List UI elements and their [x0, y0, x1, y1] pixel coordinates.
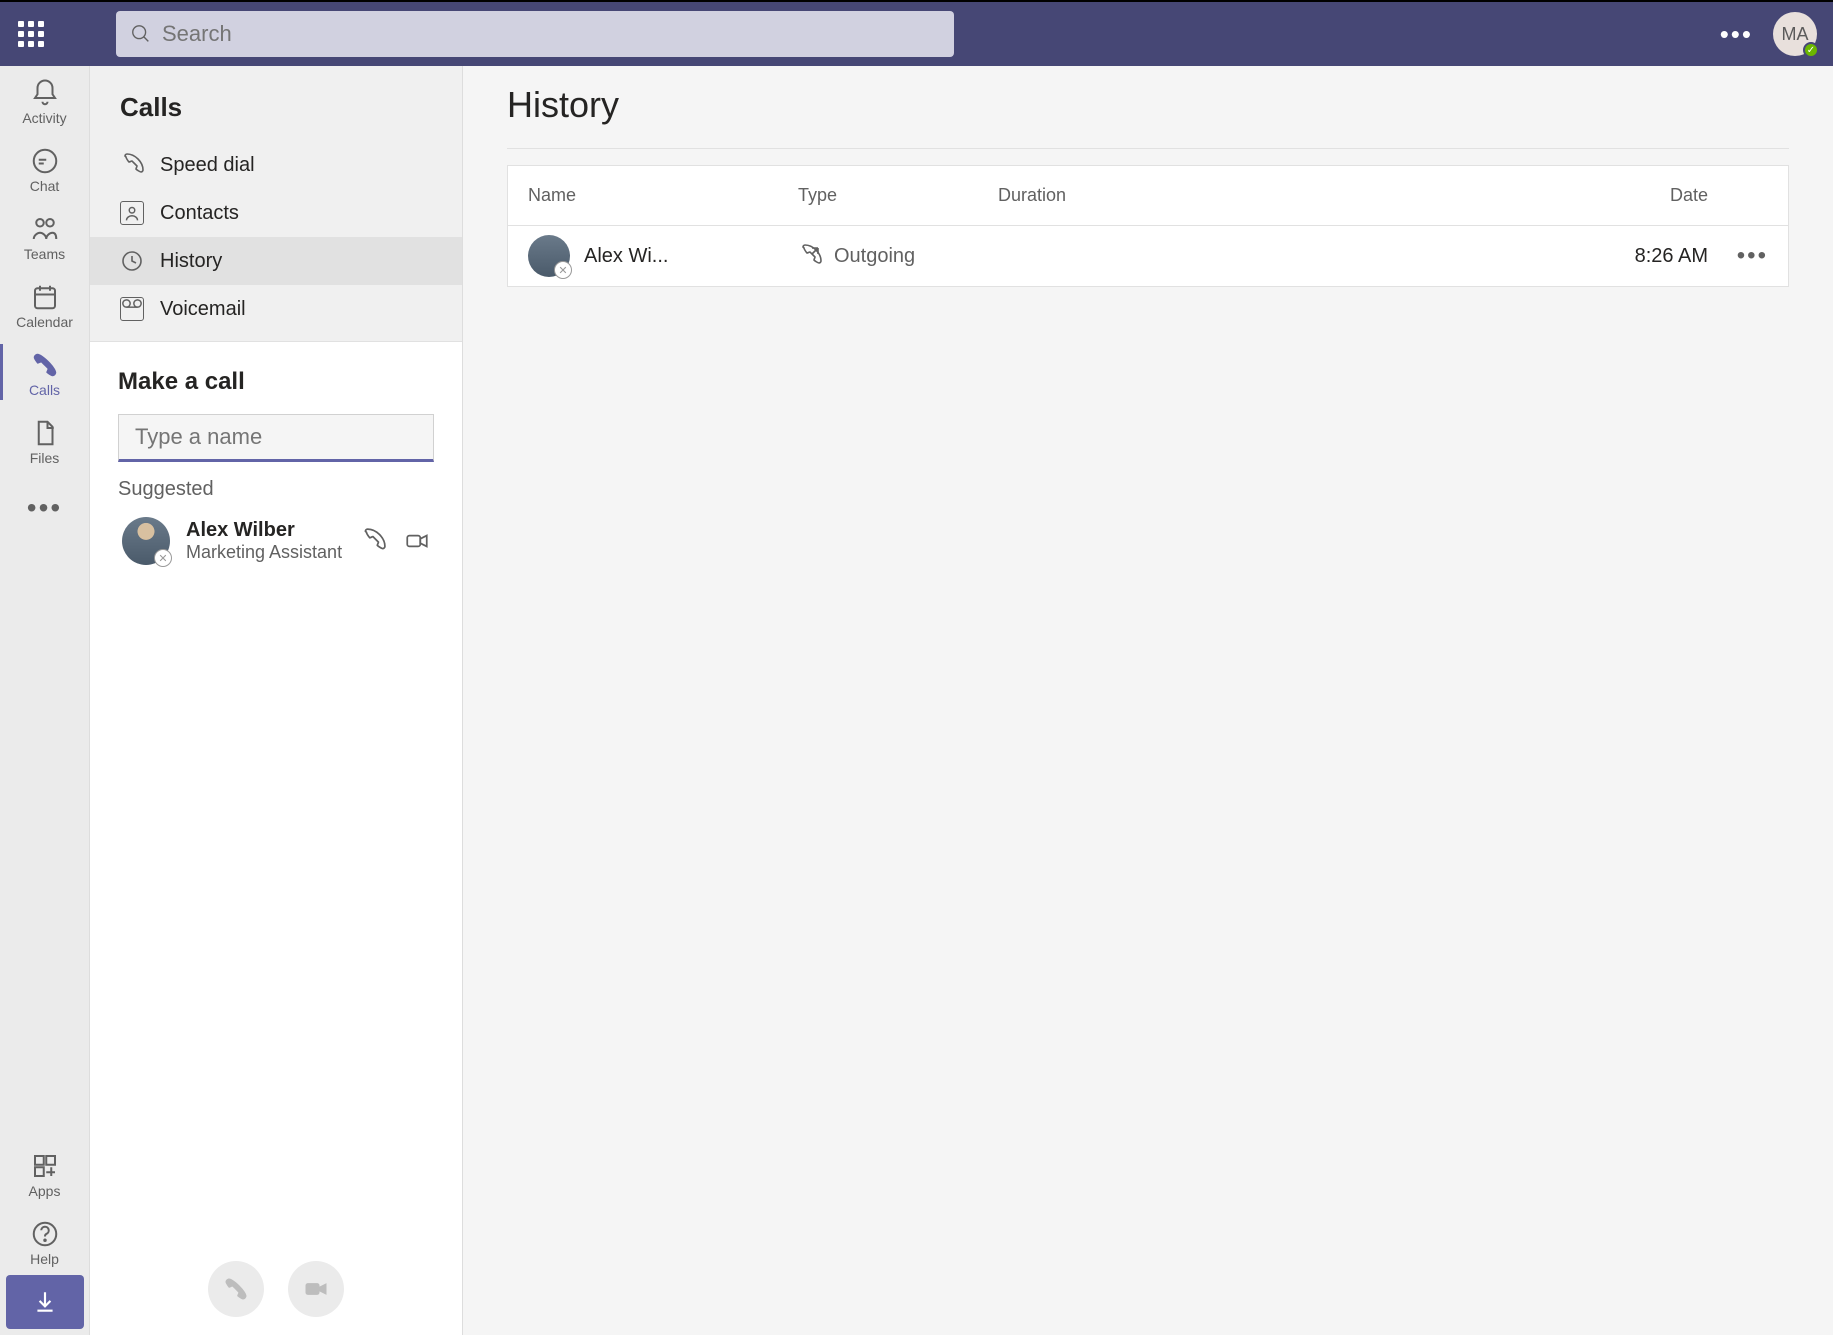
search-input[interactable] [162, 21, 940, 47]
video-call-button[interactable] [288, 1261, 344, 1317]
row-date-cell: 8:26 AM [1635, 245, 1708, 268]
phone-outline-icon [120, 153, 144, 177]
row-name-text: Alex Wi... [584, 245, 668, 268]
rail-label: Chat [30, 178, 60, 194]
phone-filled-icon [222, 1275, 250, 1303]
main-area: Activity Chat Teams Calendar Calls Files… [0, 66, 1833, 1335]
nav-label: History [160, 250, 222, 273]
audio-call-icon[interactable] [360, 528, 386, 554]
suggested-contact[interactable]: ✕ Alex Wilber Marketing Assistant [118, 511, 434, 571]
rail-label: Files [30, 450, 60, 466]
nav-label: Contacts [160, 202, 239, 225]
search-box[interactable] [116, 11, 954, 57]
phone-icon [30, 350, 60, 380]
rail-item-calls[interactable]: Calls [0, 338, 89, 406]
history-header-row: Name Type Duration Date [508, 166, 1788, 226]
video-call-icon[interactable] [404, 528, 430, 554]
contact-title: Marketing Assistant [186, 542, 344, 563]
app-launcher-icon[interactable] [16, 19, 46, 49]
make-call-panel: Make a call Suggested ✕ Alex Wilber Mark… [90, 342, 462, 1335]
col-type: Type [798, 185, 998, 206]
help-icon [30, 1219, 60, 1249]
rail-item-activity[interactable]: Activity [0, 66, 89, 134]
rail-label: Teams [24, 246, 65, 262]
rail-item-help[interactable]: Help [0, 1207, 89, 1275]
contact-name: Alex Wilber [186, 519, 344, 542]
col-date: Date [1670, 185, 1708, 206]
search-icon [130, 23, 152, 45]
col-duration: Duration [998, 185, 1670, 206]
calls-nav: Calls Speed dial Contacts History Voicem… [90, 66, 462, 342]
teams-icon [30, 214, 60, 244]
download-icon [32, 1289, 58, 1315]
page-title: History [507, 84, 1789, 149]
rail-label: Apps [29, 1183, 61, 1199]
rail-item-calendar[interactable]: Calendar [0, 270, 89, 338]
rail-item-apps[interactable]: Apps [0, 1139, 89, 1207]
rail-label: Calls [29, 382, 60, 398]
col-name: Name [528, 185, 798, 206]
voicemail-icon [120, 297, 144, 321]
top-right-controls: ••• MA [1720, 12, 1817, 56]
row-type-text: Outgoing [834, 245, 915, 268]
file-icon [30, 418, 60, 448]
chat-icon [30, 146, 60, 176]
contact-avatar: ✕ [122, 517, 170, 565]
presence-available-icon [1803, 42, 1819, 58]
contact-info: Alex Wilber Marketing Assistant [186, 519, 344, 563]
rail-item-teams[interactable]: Teams [0, 202, 89, 270]
user-avatar[interactable]: MA [1773, 12, 1817, 56]
presence-offline-icon: ✕ [154, 549, 172, 567]
row-type-cell: Outgoing [798, 244, 998, 268]
audio-call-button[interactable] [208, 1261, 264, 1317]
rail-more-icon[interactable]: ••• [0, 474, 89, 542]
rail-label: Help [30, 1251, 59, 1267]
row-name-cell: ✕ Alex Wi... [528, 235, 798, 277]
history-table: Name Type Duration Date ✕ Alex Wi... Out… [507, 165, 1789, 287]
row-avatar: ✕ [528, 235, 570, 277]
nav-voicemail[interactable]: Voicemail [90, 285, 462, 333]
app-rail: Activity Chat Teams Calendar Calls Files… [0, 66, 90, 1335]
top-bar: ••• MA [0, 0, 1833, 66]
calendar-icon [30, 282, 60, 312]
apps-icon [30, 1151, 60, 1181]
rail-item-chat[interactable]: Chat [0, 134, 89, 202]
calls-panel: Calls Speed dial Contacts History Voicem… [90, 66, 463, 1335]
contacts-icon [120, 201, 144, 225]
nav-label: Voicemail [160, 298, 246, 321]
clock-icon [120, 249, 144, 273]
make-call-title: Make a call [118, 368, 434, 396]
download-button[interactable] [6, 1275, 84, 1329]
name-input[interactable] [118, 414, 434, 462]
outgoing-call-icon [798, 244, 822, 268]
presence-offline-icon: ✕ [554, 261, 572, 279]
contact-actions [360, 528, 430, 554]
calls-title: Calls [90, 66, 462, 141]
nav-history[interactable]: History [90, 237, 462, 285]
content-area: History Name Type Duration Date ✕ Alex W… [463, 66, 1833, 1335]
video-filled-icon [302, 1275, 330, 1303]
nav-speed-dial[interactable]: Speed dial [90, 141, 462, 189]
rail-item-files[interactable]: Files [0, 406, 89, 474]
nav-label: Speed dial [160, 154, 255, 177]
bell-icon [30, 78, 60, 108]
nav-contacts[interactable]: Contacts [90, 189, 462, 237]
suggested-label: Suggested [118, 478, 434, 501]
more-options-icon[interactable]: ••• [1720, 19, 1753, 50]
avatar-initials: MA [1782, 24, 1809, 45]
call-buttons [118, 1261, 434, 1323]
rail-label: Activity [22, 110, 66, 126]
row-more-icon[interactable]: ••• [1708, 242, 1768, 270]
history-row[interactable]: ✕ Alex Wi... Outgoing 8:26 AM ••• [508, 226, 1788, 286]
rail-label: Calendar [16, 314, 73, 330]
